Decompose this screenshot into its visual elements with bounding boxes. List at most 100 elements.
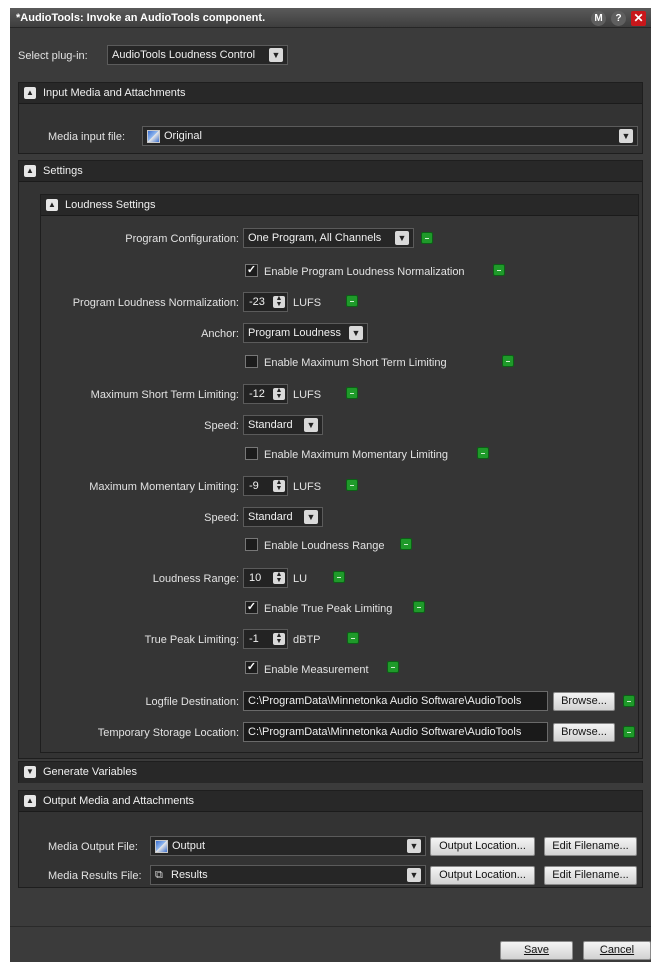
variable-toggle-icon[interactable]	[421, 232, 433, 244]
speed-select[interactable]: Standard ▼	[243, 507, 323, 527]
range-value: 10	[249, 572, 262, 584]
save-button[interactable]: Save	[500, 941, 573, 960]
stepper-arrows-icon[interactable]: ▲ ▼	[273, 632, 285, 645]
loudness-settings-header[interactable]: ▲ Loudness Settings	[41, 195, 638, 216]
chevron-down-icon: ▼	[304, 510, 318, 524]
enable-range-checkbox[interactable]	[245, 538, 258, 551]
results-edit-filename-button[interactable]: Edit Filename...	[544, 866, 637, 885]
plugin-select[interactable]: AudioTools Loudness Control ▼	[107, 45, 288, 65]
variable-toggle-icon[interactable]	[346, 387, 358, 399]
results-file-select[interactable]: ⧉ Results ▼	[150, 865, 426, 885]
media-file-icon	[155, 839, 168, 853]
variable-toggle-icon[interactable]	[623, 726, 635, 738]
close-icon[interactable]: ✕	[631, 11, 646, 26]
short-term-label: Maximum Short Term Limiting:	[90, 389, 239, 401]
speed-value: Standard	[248, 419, 293, 431]
speed-select[interactable]: Standard ▼	[243, 415, 323, 435]
media-input-label: Media input file:	[48, 131, 126, 143]
help-button[interactable]: ?	[611, 11, 626, 26]
momentary-stepper[interactable]: -9 ▲ ▼	[243, 476, 288, 496]
logfile-value: C:\ProgramData\Minnetonka Audio Software…	[248, 695, 522, 707]
footer-divider	[10, 926, 651, 927]
momentary-label: Maximum Momentary Limiting:	[89, 481, 239, 493]
collapse-icon[interactable]: ▲	[24, 87, 36, 99]
variable-toggle-icon[interactable]	[493, 264, 505, 276]
variable-toggle-icon[interactable]	[400, 538, 412, 550]
normalization-unit: LUFS	[293, 297, 322, 309]
stepper-arrows-icon[interactable]: ▲ ▼	[273, 295, 285, 308]
variable-toggle-icon[interactable]	[502, 355, 514, 367]
chevron-down-icon: ▼	[407, 868, 421, 882]
collapse-icon[interactable]: ▲	[24, 795, 36, 807]
range-stepper[interactable]: 10 ▲ ▼	[243, 568, 288, 588]
variable-toggle-icon[interactable]	[413, 601, 425, 613]
enable-measurement-label: Enable Measurement	[264, 664, 369, 676]
true-peak-value: -1	[249, 633, 259, 645]
stepper-arrows-icon[interactable]: ▲ ▼	[273, 571, 285, 584]
variable-toggle-icon[interactable]	[347, 632, 359, 644]
normalization-label: Program Loudness Normalization:	[72, 297, 239, 309]
chevron-down-icon: ▼	[349, 326, 363, 340]
collapse-icon[interactable]: ▲	[24, 165, 36, 177]
m-button[interactable]: M	[591, 11, 606, 26]
logfile-browse-button[interactable]: Browse...	[553, 692, 615, 711]
edit-filename-button[interactable]: Edit Filename...	[544, 837, 637, 856]
range-unit: LU	[293, 573, 308, 585]
program-configuration-select[interactable]: One Program, All Channels ▼	[243, 228, 414, 248]
anchor-label: Anchor:	[201, 328, 239, 340]
variable-toggle-icon[interactable]	[387, 661, 399, 673]
loudness-settings-title: Loudness Settings	[65, 199, 156, 211]
generate-variables-title: Generate Variables	[43, 766, 137, 778]
true-peak-stepper[interactable]: -1 ▲ ▼	[243, 629, 288, 649]
enable-true-peak-checkbox[interactable]: ✓	[245, 601, 258, 614]
window-title: *AudioTools: Invoke an AudioTools compon…	[16, 12, 266, 24]
input-media-section: ▲ Input Media and Attachments Media inpu…	[18, 82, 643, 154]
output-location-button[interactable]: Output Location...	[430, 837, 535, 856]
variable-toggle-icon[interactable]	[623, 695, 635, 707]
input-media-header[interactable]: ▲ Input Media and Attachments	[19, 83, 642, 104]
range-label: Loudness Range:	[152, 573, 239, 585]
enable-short-term-checkbox[interactable]	[245, 355, 258, 368]
stepper-arrows-icon[interactable]: ▲ ▼	[273, 479, 285, 492]
plugin-select-value: AudioTools Loudness Control	[112, 49, 256, 61]
results-file-label: Media Results File:	[48, 870, 142, 882]
chevron-down-icon: ▼	[619, 129, 633, 143]
temp-storage-label: Temporary Storage Location:	[97, 727, 239, 739]
settings-header[interactable]: ▲ Settings	[19, 161, 642, 182]
generate-variables-header[interactable]: ▼ Generate Variables	[19, 762, 642, 783]
output-media-header[interactable]: ▲ Output Media and Attachments	[19, 791, 642, 812]
paperclip-icon: ⧉	[155, 869, 163, 881]
output-media-title: Output Media and Attachments	[43, 795, 195, 807]
temp-storage-value: C:\ProgramData\Minnetonka Audio Software…	[248, 726, 522, 738]
variable-toggle-icon[interactable]	[346, 479, 358, 491]
variable-toggle-icon[interactable]	[346, 295, 358, 307]
chevron-down-icon: ▼	[395, 231, 409, 245]
expand-icon[interactable]: ▼	[24, 766, 36, 778]
temp-storage-input[interactable]: C:\ProgramData\Minnetonka Audio Software…	[243, 722, 548, 742]
temp-browse-button[interactable]: Browse...	[553, 723, 615, 742]
input-media-title: Input Media and Attachments	[43, 87, 186, 99]
stepper-arrows-icon[interactable]: ▲ ▼	[273, 387, 285, 400]
output-file-label: Media Output File:	[48, 841, 138, 853]
chevron-down-icon: ▼	[269, 48, 283, 62]
enable-measurement-checkbox[interactable]: ✓	[245, 661, 258, 674]
cancel-button[interactable]: Cancel	[583, 941, 651, 960]
normalization-stepper[interactable]: -23 ▲ ▼	[243, 292, 288, 312]
variable-toggle-icon[interactable]	[477, 447, 489, 459]
normalization-value: -23	[249, 296, 265, 308]
enable-range-label: Enable Loudness Range	[264, 540, 385, 552]
output-file-select[interactable]: Output ▼	[150, 836, 426, 856]
short-term-stepper[interactable]: -12 ▲ ▼	[243, 384, 288, 404]
media-input-select[interactable]: Original ▼	[142, 126, 638, 146]
enable-momentary-label: Enable Maximum Momentary Limiting	[264, 449, 449, 461]
enable-momentary-checkbox[interactable]	[245, 447, 258, 460]
logfile-input[interactable]: C:\ProgramData\Minnetonka Audio Software…	[243, 691, 548, 711]
collapse-icon[interactable]: ▲	[46, 199, 58, 211]
chevron-down-icon: ▼	[407, 839, 421, 853]
results-output-location-button[interactable]: Output Location...	[430, 866, 535, 885]
media-input-value: Original	[164, 130, 202, 142]
anchor-select[interactable]: Program Loudness ▼	[243, 323, 368, 343]
title-bar: *AudioTools: Invoke an AudioTools compon…	[10, 8, 651, 28]
enable-normalization-checkbox[interactable]: ✓	[245, 264, 258, 277]
variable-toggle-icon[interactable]	[333, 571, 345, 583]
